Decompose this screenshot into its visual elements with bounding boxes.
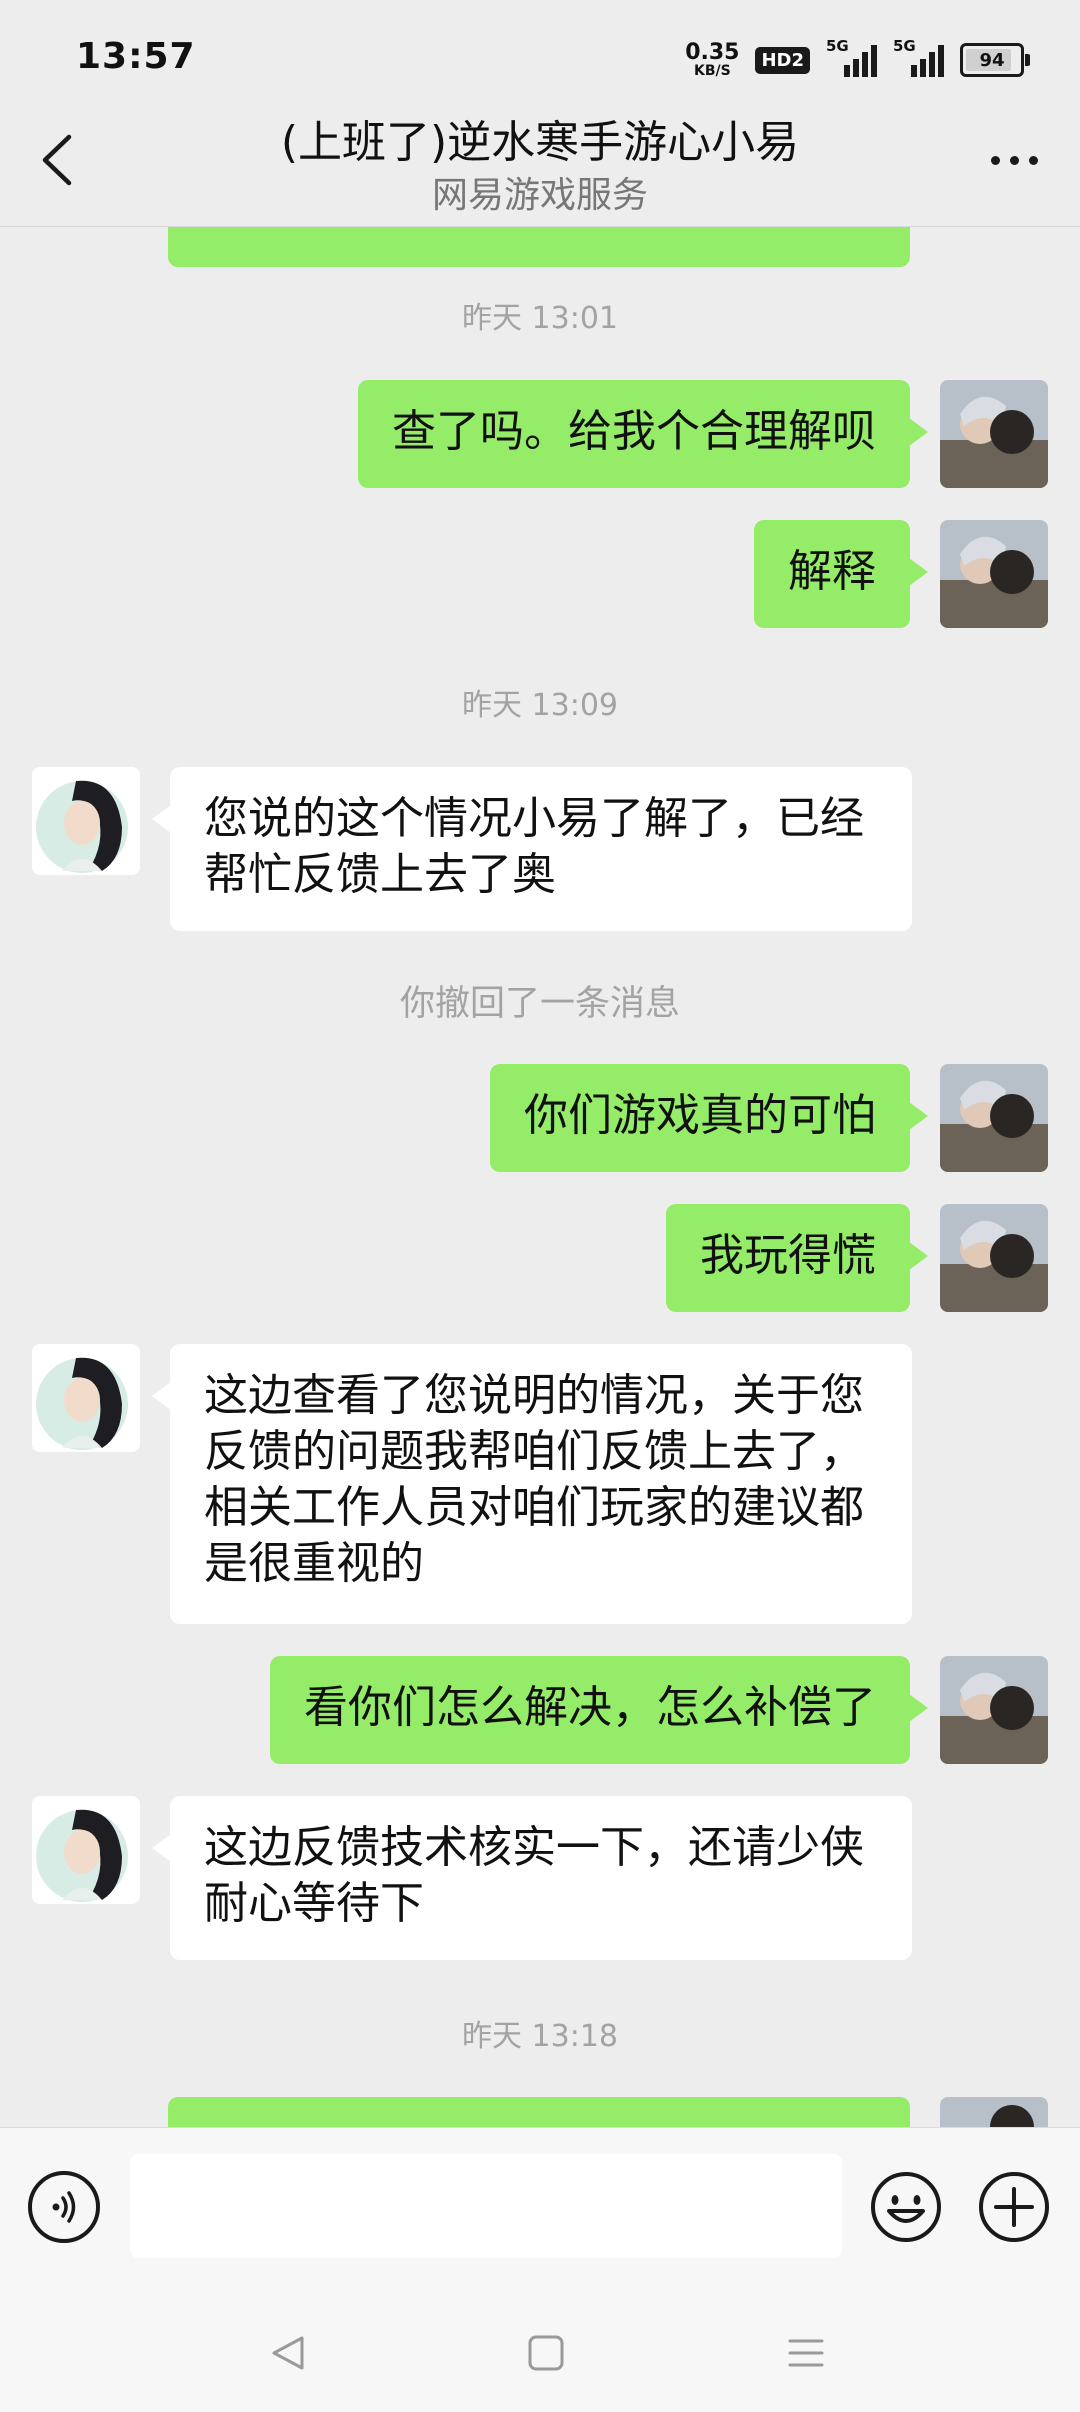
network-speed-value: 0.35 [685,40,740,65]
self-avatar[interactable] [940,1656,1048,1764]
system-navigation-bar [0,2283,1080,2412]
nav-home-icon [528,2335,564,2371]
agent-avatar-image [32,1344,140,1452]
outgoing-message[interactable]: 你们游戏真的可怕 [490,1064,928,1172]
outgoing-message-partial[interactable] [168,227,910,267]
self-avatar-image [940,380,1048,488]
message-timestamp: 昨天 13:18 [462,2019,618,2054]
recalled-message-notice: 你撤回了一条消息 [399,984,680,1024]
network-speed: 0.35 KB/S [685,40,740,79]
nav-back-button[interactable] [258,2323,318,2383]
network-speed-unit: KB/S [693,63,731,79]
self-avatar[interactable] [940,380,1048,488]
self-avatar-image [940,520,1048,628]
outgoing-message[interactable]: 查了吗。给我个合理解呗 [358,380,928,488]
chat-message-list[interactable]: 昨天 13:01 查了吗。给我个合理解呗 解释 昨天 13:09 您说的这个情况… [0,227,1080,2127]
plus-icon [979,2172,1049,2242]
self-avatar[interactable] [940,520,1048,628]
more-functions-button[interactable] [978,2171,1050,2243]
chat-title: (上班了)逆水寒手游心小易 [280,117,800,168]
status-time: 13:57 [76,36,196,77]
agent-avatar[interactable] [32,767,140,875]
outgoing-message[interactable]: 解释 [754,520,928,628]
self-avatar-image [940,1656,1048,1764]
battery-icon: 94 [960,43,1030,77]
signal-icon-sim2: 5G [893,37,944,77]
chat-subtitle: 网易游戏服务 [431,175,648,216]
voice-icon [52,2191,76,2223]
more-options-button[interactable] [976,140,1052,180]
self-avatar[interactable] [940,1204,1048,1312]
self-avatar-partial[interactable] [940,2097,1048,2127]
outgoing-message-partial[interactable] [168,2097,910,2127]
nav-home-button[interactable] [516,2323,576,2383]
signal-icon-sim1: 5G [826,37,877,77]
outgoing-message[interactable]: 我玩得慌 [666,1204,928,1312]
nav-menu-button[interactable] [776,2323,836,2383]
agent-avatar-image [32,1796,140,1904]
self-avatar-image [940,1064,1048,1172]
voice-input-button[interactable] [28,2171,100,2243]
emoji-button[interactable] [870,2171,942,2243]
chat-header: (上班了)逆水寒手游心小易 网易游戏服务 [0,100,1080,227]
agent-avatar-image [32,767,140,875]
self-avatar[interactable] [940,1064,1048,1172]
self-avatar-image [940,2097,1048,2127]
emoji-icon [871,2172,941,2242]
incoming-message[interactable]: 您说的这个情况小易了解了，已经帮忙反馈上去了奥 [152,767,912,931]
message-text-input[interactable] [130,2154,842,2258]
status-icons: 0.35 KB/S HD2 5G 5G 94 [685,37,1030,82]
incoming-message[interactable]: 这边反馈技术核实一下，还请少侠耐心等待下 [152,1796,912,1960]
agent-avatar[interactable] [32,1796,140,1904]
signal-label-sim1: 5G [826,37,849,55]
message-timestamp: 昨天 13:01 [462,301,618,336]
message-timestamp: 昨天 13:09 [462,688,618,723]
nav-menu-icon [788,2339,824,2367]
battery-level: 94 [979,49,1005,71]
nav-back-icon [272,2336,304,2370]
signal-label-sim2: 5G [893,37,916,55]
outgoing-message[interactable]: 看你们怎么解决，怎么补偿了 [270,1656,928,1764]
incoming-message[interactable]: 这边查看了您说明的情况，关于您反馈的问题我帮咱们反馈上去了，相关工作人员对咱们玩… [152,1344,912,1624]
message-input-bar [0,2127,1080,2283]
more-dots-icon [990,155,1000,165]
agent-avatar[interactable] [32,1344,140,1452]
hd-voice-icon: HD2 [755,46,810,74]
self-avatar-image [940,1204,1048,1312]
